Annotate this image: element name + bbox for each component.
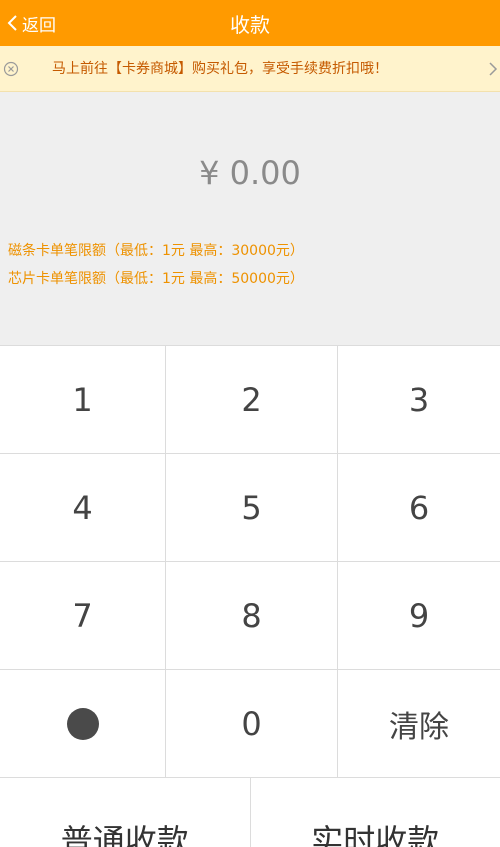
- banner-text[interactable]: 马上前往【卡券商城】购买礼包，享受手续费折扣哦！: [52, 46, 388, 92]
- key-3[interactable]: 3: [338, 346, 500, 454]
- key-9[interactable]: 9: [338, 562, 500, 670]
- close-icon[interactable]: [3, 61, 19, 77]
- key-6[interactable]: 6: [338, 454, 500, 562]
- key-0[interactable]: 0: [166, 670, 338, 778]
- key-8[interactable]: 8: [166, 562, 338, 670]
- key-1[interactable]: 1: [0, 346, 166, 454]
- action-bar: 普通收款 实时收款: [0, 777, 500, 847]
- realtime-collect-button[interactable]: 实时收款: [250, 777, 500, 847]
- key-4[interactable]: 4: [0, 454, 166, 562]
- promo-banner[interactable]: 马上前往【卡券商城】购买礼包，享受手续费折扣哦！: [0, 46, 500, 92]
- back-label: 返回: [22, 15, 56, 36]
- normal-collect-button[interactable]: 普通收款: [0, 777, 251, 847]
- chevron-left-icon: [7, 15, 17, 31]
- clear-button[interactable]: 清除: [338, 670, 500, 778]
- number-keypad: 1 2 3 4 5 6 7 8 9 0 清除: [0, 345, 500, 778]
- dot-icon: [66, 707, 99, 740]
- page-title: 收款: [230, 12, 270, 37]
- back-button[interactable]: 返回: [6, 0, 56, 46]
- amount-display: ¥ 0.00 磁条卡单笔限额（最低：1元 最高：30000元） 芯片卡单笔限额（…: [0, 92, 500, 345]
- chevron-right-icon[interactable]: [488, 62, 498, 76]
- top-bar: 返回 收款: [0, 0, 500, 46]
- chip-limit: 芯片卡单笔限额（最低：1元 最高：50000元）: [8, 271, 304, 287]
- magstripe-limit: 磁条卡单笔限额（最低：1元 最高：30000元）: [8, 243, 304, 259]
- key-decimal[interactable]: [0, 670, 166, 778]
- key-2[interactable]: 2: [166, 346, 338, 454]
- key-7[interactable]: 7: [0, 562, 166, 670]
- amount-value: ¥ 0.00: [199, 154, 301, 192]
- key-5[interactable]: 5: [166, 454, 338, 562]
